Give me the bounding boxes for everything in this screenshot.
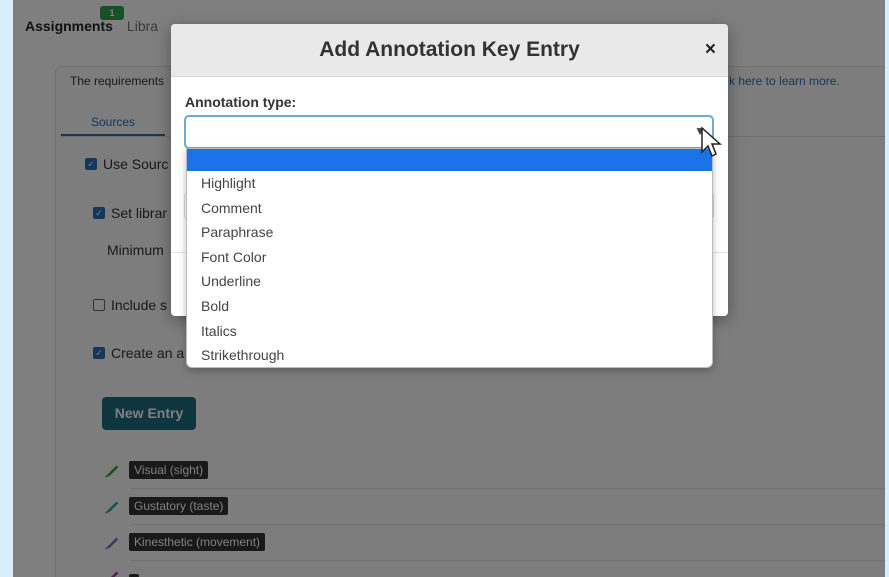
annotation-type-select[interactable]: ▼ — [184, 115, 714, 149]
dialog-header: Add Annotation Key Entry × — [171, 24, 728, 77]
option-underline[interactable]: Underline — [187, 269, 712, 294]
close-icon[interactable]: × — [705, 39, 716, 61]
option-italics[interactable]: Italics — [187, 319, 712, 344]
option-strikethrough[interactable]: Strikethrough — [187, 343, 712, 367]
option-comment[interactable]: Comment — [187, 196, 712, 221]
option-empty[interactable] — [187, 149, 712, 171]
option-highlight[interactable]: Highlight — [187, 171, 712, 196]
app-screen: 1 AssignmentsLibra The requirements k he… — [13, 0, 885, 577]
mouse-cursor-icon — [701, 126, 722, 158]
annotation-type-options: Highlight Comment Paraphrase Font Color … — [186, 148, 713, 368]
option-paraphrase[interactable]: Paraphrase — [187, 220, 712, 245]
annotation-type-label: Annotation type: — [185, 94, 297, 110]
dialog-title: Add Annotation Key Entry — [319, 38, 580, 61]
option-font-color[interactable]: Font Color — [187, 245, 712, 270]
option-bold[interactable]: Bold — [187, 294, 712, 319]
